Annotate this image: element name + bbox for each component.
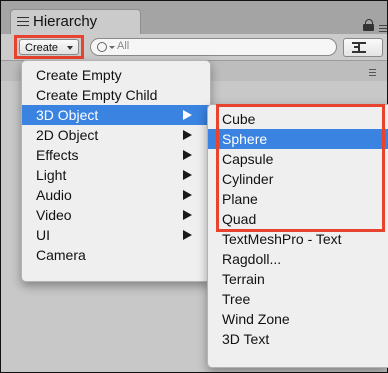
tab-bar: Hierarchy (1, 1, 387, 34)
create-label: Create (25, 42, 59, 54)
submenu-item-quad[interactable]: Quad (208, 209, 388, 229)
submenu-item-cube[interactable]: Cube (208, 109, 388, 129)
menu-item-effects[interactable]: Effects (22, 145, 210, 165)
search-placeholder: All (117, 40, 130, 52)
submenu-3d-object: Cube Sphere Capsule Cylinder Plane Quad … (207, 104, 388, 368)
filter-icon (352, 42, 366, 53)
menu-item-label: Ragdoll... (222, 251, 282, 267)
triangle-right-icon (183, 170, 192, 180)
menu-item-light[interactable]: Light (22, 165, 210, 185)
submenu-item-cylinder[interactable]: Cylinder (208, 169, 388, 189)
submenu-item-sphere[interactable]: Sphere (208, 129, 388, 149)
triangle-right-icon (183, 190, 192, 200)
submenu-item-tree[interactable]: Tree (208, 289, 388, 309)
menu-item-label: Create Empty Child (36, 87, 158, 103)
hierarchy-toolbar: Create All (1, 34, 387, 61)
menu-item-2d-object[interactable]: 2D Object (22, 125, 210, 145)
submenu-item-wind-zone[interactable]: Wind Zone (208, 309, 388, 329)
menu-item-create-empty[interactable]: Create Empty (22, 65, 210, 85)
menu-item-label: Terrain (222, 271, 265, 287)
menu-item-label: Camera (36, 247, 86, 263)
menu-item-label: 2D Object (36, 127, 99, 143)
menu-item-label: UI (36, 227, 50, 243)
menu-item-label: Capsule (222, 151, 274, 167)
search-icon (97, 42, 107, 52)
filter-button[interactable] (343, 38, 383, 57)
triangle-right-icon (183, 210, 192, 220)
menu-item-label: Light (36, 167, 67, 183)
create-dropdown-button[interactable]: Create (19, 39, 79, 55)
menu-item-label: Cylinder (222, 171, 274, 187)
hierarchy-list-icon (17, 17, 29, 27)
menu-item-label: Effects (36, 147, 79, 163)
triangle-right-icon (183, 110, 192, 120)
menu-item-3d-object[interactable]: 3D Object (22, 105, 210, 125)
menu-item-label: Sphere (222, 131, 268, 147)
menu-item-label: 3D Object (36, 107, 99, 123)
submenu-item-textmeshpro-text[interactable]: TextMeshPro - Text (208, 229, 388, 249)
submenu-item-capsule[interactable]: Capsule (208, 149, 388, 169)
menu-item-ui[interactable]: UI (22, 225, 210, 245)
menu-item-create-empty-child[interactable]: Create Empty Child (22, 85, 210, 105)
menu-item-video[interactable]: Video (22, 205, 210, 225)
menu-item-label: Cube (222, 111, 256, 127)
submenu-item-plane[interactable]: Plane (208, 189, 388, 209)
search-input[interactable]: All (90, 38, 337, 56)
menu-item-label: Video (36, 207, 72, 223)
menu-item-label: Plane (222, 191, 258, 207)
menu-item-label: TextMeshPro - Text (222, 231, 342, 247)
menu-item-label: Quad (222, 211, 257, 227)
tab-title: Hierarchy (33, 13, 98, 30)
tab-hierarchy[interactable]: Hierarchy (10, 9, 141, 34)
create-menu: Create Empty Create Empty Child 3D Objec… (21, 60, 211, 282)
lock-icon[interactable] (363, 19, 375, 31)
menu-item-label: Tree (222, 291, 251, 307)
menu-item-camera[interactable]: Camera (22, 245, 210, 265)
submenu-item-terrain[interactable]: Terrain (208, 269, 388, 289)
scene-menu-icon[interactable] (367, 69, 377, 77)
tab-menu-icon[interactable] (377, 23, 387, 33)
triangle-right-icon (183, 130, 192, 140)
triangle-right-icon (183, 230, 192, 240)
submenu-item-3d-text[interactable]: 3D Text (208, 329, 388, 349)
submenu-item-ragdoll[interactable]: Ragdoll... (208, 249, 388, 269)
menu-item-label: Wind Zone (222, 311, 290, 327)
menu-item-label: Create Empty (36, 67, 122, 83)
menu-item-audio[interactable]: Audio (22, 185, 210, 205)
search-dropdown-icon[interactable] (109, 46, 115, 49)
triangle-right-icon (183, 150, 192, 160)
menu-item-label: Audio (36, 187, 72, 203)
menu-item-label: 3D Text (222, 331, 270, 347)
chevron-down-icon (67, 46, 73, 50)
